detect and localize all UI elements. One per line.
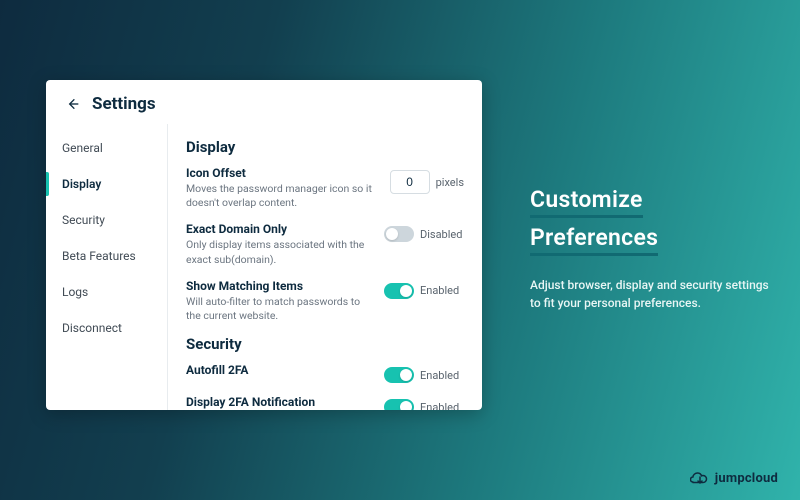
display-2fa-notif-toggle[interactable] <box>384 399 414 410</box>
promo-heading-line1: Customize <box>530 186 643 218</box>
row-show-matching: Show Matching Items Will auto-filter to … <box>186 279 464 323</box>
show-matching-label: Show Matching Items <box>186 279 374 293</box>
show-matching-state: Enabled <box>420 284 464 297</box>
promo-body: Adjust browser, display and security set… <box>530 276 770 312</box>
row-icon-offset: Icon Offset Moves the password manager i… <box>186 166 464 210</box>
sidebar-item-disconnect[interactable]: Disconnect <box>46 310 167 346</box>
autofill-2fa-label: Autofill 2FA <box>186 363 374 377</box>
icon-offset-input[interactable] <box>390 170 430 194</box>
promo-heading-line2: Preferences <box>530 224 658 256</box>
exact-domain-toggle[interactable] <box>384 226 414 242</box>
sidebar-item-logs[interactable]: Logs <box>46 274 167 310</box>
brand-logo: jumpcloud <box>690 471 778 486</box>
autofill-2fa-state: Enabled <box>420 369 464 382</box>
exact-domain-state: Disabled <box>420 228 464 241</box>
row-display-2fa-notif: Display 2FA Notification When a 2FA toke… <box>186 395 464 410</box>
back-arrow-icon[interactable] <box>64 95 82 113</box>
section-title-display: Display <box>186 138 464 156</box>
sidebar-item-beta-features[interactable]: Beta Features <box>46 238 167 274</box>
exact-domain-desc: Only display items associated with the e… <box>186 238 374 266</box>
settings-sidebar: General Display Security Beta Features L… <box>46 124 168 410</box>
row-autofill-2fa: Autofill 2FA Enabled <box>186 363 464 383</box>
icon-offset-desc: Moves the password manager icon so it do… <box>186 182 380 210</box>
settings-panel: Settings General Display Security Beta F… <box>46 80 482 410</box>
panel-body: General Display Security Beta Features L… <box>46 124 482 410</box>
row-exact-domain: Exact Domain Only Only display items ass… <box>186 222 464 266</box>
brand-name: jumpcloud <box>715 471 778 486</box>
section-title-security: Security <box>186 335 464 353</box>
display-2fa-notif-state: Enabled <box>420 401 464 410</box>
panel-title: Settings <box>92 94 156 114</box>
autofill-2fa-toggle[interactable] <box>384 367 414 383</box>
display-2fa-notif-label: Display 2FA Notification <box>186 395 374 409</box>
sidebar-item-general[interactable]: General <box>46 130 167 166</box>
icon-offset-label: Icon Offset <box>186 166 380 180</box>
show-matching-toggle[interactable] <box>384 283 414 299</box>
sidebar-item-display[interactable]: Display <box>46 166 167 202</box>
icon-offset-unit: pixels <box>436 176 464 189</box>
promo-block: Customize Preferences Adjust browser, di… <box>530 186 770 312</box>
exact-domain-label: Exact Domain Only <box>186 222 374 236</box>
sidebar-item-security[interactable]: Security <box>46 202 167 238</box>
settings-content: Display Icon Offset Moves the password m… <box>168 124 482 410</box>
jumpcloud-icon <box>690 472 710 486</box>
show-matching-desc: Will auto-filter to match passwords to t… <box>186 295 374 323</box>
panel-header: Settings <box>46 80 482 124</box>
